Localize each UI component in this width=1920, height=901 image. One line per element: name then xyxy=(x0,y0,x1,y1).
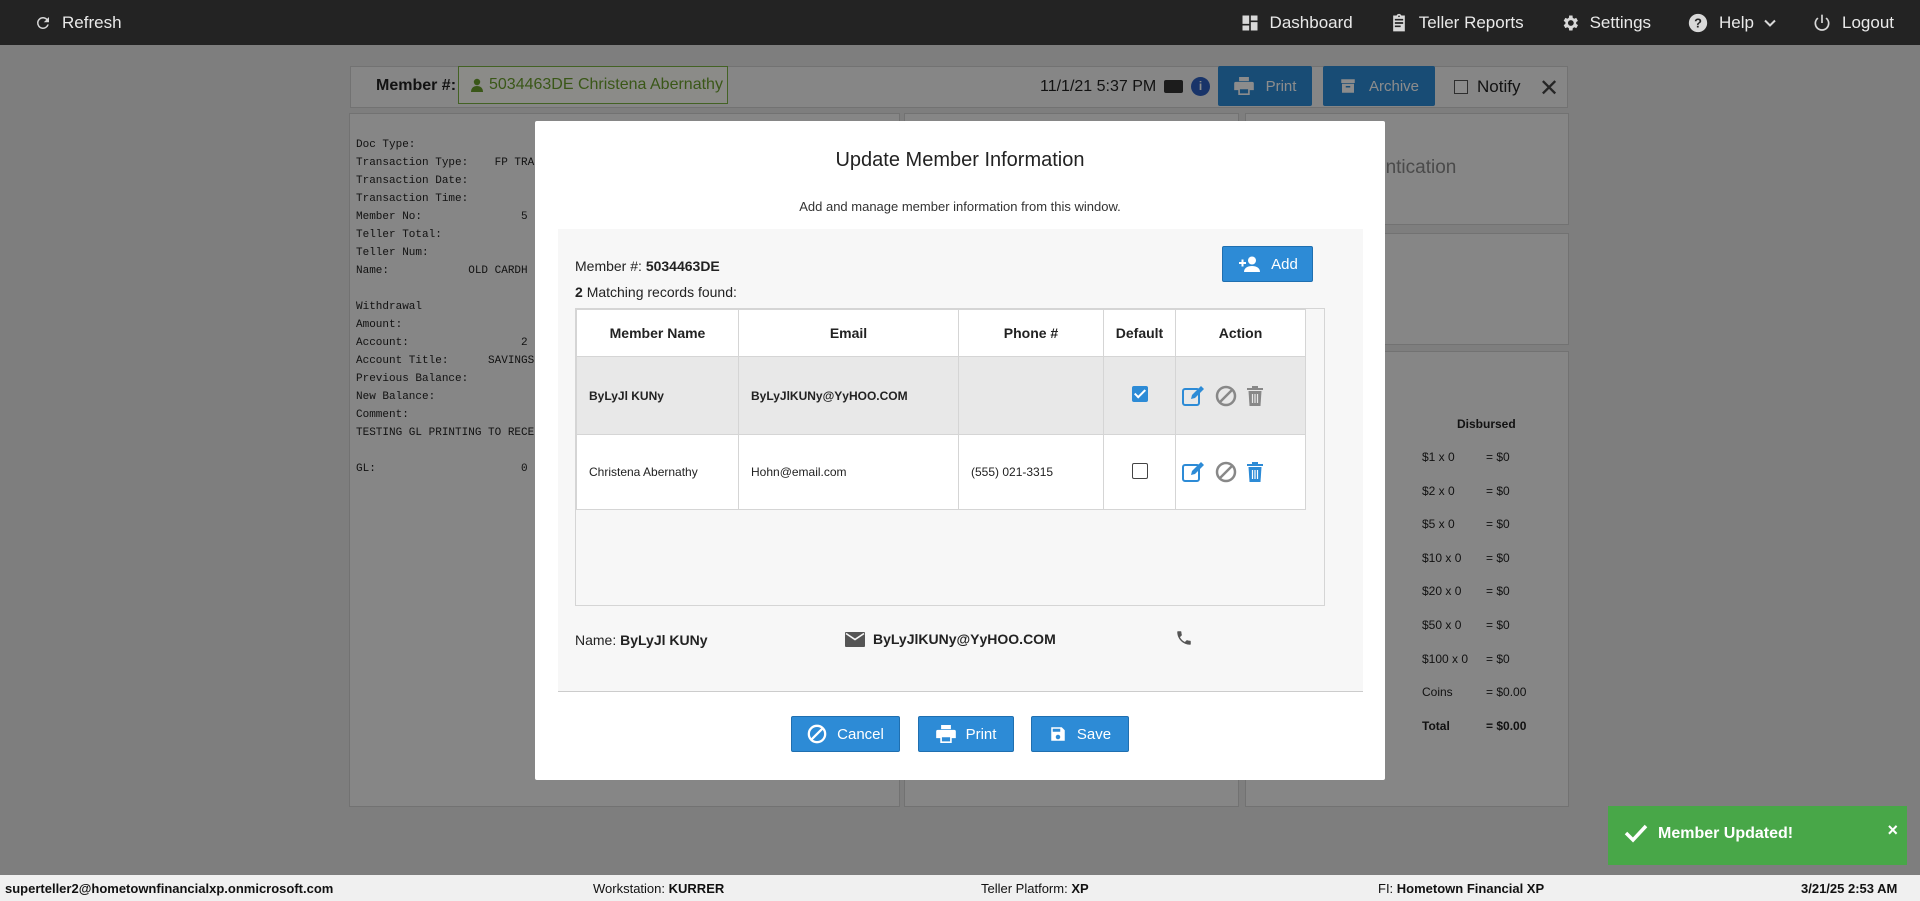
detail-phone xyxy=(1175,629,1193,652)
nav-help-label: Help xyxy=(1719,12,1754,32)
nav-dashboard[interactable]: Dashboard xyxy=(1240,13,1353,33)
match-count: 2 Matching records found: xyxy=(575,284,737,300)
refresh-label: Refresh xyxy=(62,12,122,32)
footer-datetime-value: 3/21/25 2:53 AM xyxy=(1801,881,1898,896)
save-button[interactable]: Save xyxy=(1031,716,1129,752)
cell-phone xyxy=(958,356,1104,435)
edit-icon[interactable] xyxy=(1182,461,1206,483)
printer-icon xyxy=(935,725,956,743)
save-icon xyxy=(1051,727,1065,741)
toast-close-icon[interactable]: × xyxy=(1887,820,1898,841)
update-member-modal: Update Member Information Add and manage… xyxy=(535,121,1385,780)
column-header-default[interactable]: Default xyxy=(1103,309,1176,357)
add-member-button[interactable]: Add xyxy=(1222,246,1313,282)
chevron-down-icon xyxy=(1764,19,1776,27)
trash-icon[interactable] xyxy=(1246,461,1264,483)
cell-default xyxy=(1103,434,1176,510)
help-icon: ? xyxy=(1688,13,1708,32)
gear-icon xyxy=(1563,15,1578,30)
footer-workstation-label: Workstation: xyxy=(593,881,666,896)
disable-icon[interactable] xyxy=(1215,385,1237,407)
table-row[interactable]: ByLyJl KUNy ByLyJlKUNy@YyHOO.COM xyxy=(576,356,1306,435)
default-checkbox[interactable] xyxy=(1131,386,1148,402)
cell-phone: (555) 021-3315 xyxy=(958,434,1104,510)
print-button[interactable]: Print xyxy=(918,716,1014,752)
footer-fi: FI: Hometown Financial XP xyxy=(1378,881,1544,896)
footer-datetime: 3/21/25 2:53 AM xyxy=(1801,881,1897,896)
member-number-value: 5034463DE xyxy=(645,258,720,274)
footer-platform: Teller Platform: XP xyxy=(981,881,1089,896)
nav-settings-label: Settings xyxy=(1589,12,1652,32)
cell-email: Hohn@email.com xyxy=(738,434,959,510)
top-nav-bar: Refresh Dashboard Teller Reports Setting… xyxy=(0,0,1920,45)
detail-email-value: ByLyJlKUNy@YyHOO.COM xyxy=(873,631,1056,647)
table-row[interactable]: Christena Abernathy Hohn@email.com (555)… xyxy=(576,434,1306,510)
detail-email: ByLyJlKUNy@YyHOO.COM xyxy=(845,631,1056,647)
footer-user-value: superteller2@hometownfinancialxp.onmicro… xyxy=(5,881,334,896)
edit-icon[interactable] xyxy=(1182,385,1206,407)
power-icon xyxy=(1814,14,1830,31)
refresh-icon xyxy=(36,16,49,29)
nav-teller-reports[interactable]: Teller Reports xyxy=(1389,13,1524,33)
match-count-value: 2 xyxy=(575,284,583,300)
footer-workstation-value: KURRER xyxy=(668,881,725,896)
footer-platform-label: Teller Platform: xyxy=(981,881,1068,896)
member-number: Member #: 5034463DE xyxy=(575,258,720,274)
save-label: Save xyxy=(1076,725,1112,743)
modal-subtitle: Add and manage member information from t… xyxy=(799,199,1121,214)
footer-platform-value: XP xyxy=(1071,881,1089,896)
cancel-icon xyxy=(807,724,827,744)
cell-actions xyxy=(1175,356,1306,435)
nav-logout[interactable]: Logout xyxy=(1812,13,1894,33)
mail-icon xyxy=(845,631,865,647)
phone-icon xyxy=(1177,631,1191,645)
detail-name: Name: ByLyJl KUNy xyxy=(575,632,708,648)
success-toast: Member Updated! × xyxy=(1608,806,1907,865)
footer-workstation: Workstation: KURRER xyxy=(593,881,724,896)
add-user-icon xyxy=(1239,256,1261,272)
add-label: Add xyxy=(1271,255,1298,273)
nav-teller-reports-label: Teller Reports xyxy=(1418,12,1524,32)
status-footer: superteller2@hometownfinancialxp.onmicro… xyxy=(0,875,1920,901)
table-header-row: Member Name Email Phone # Default Action xyxy=(576,309,1306,357)
member-table: Member Name Email Phone # Default Action… xyxy=(575,308,1325,606)
detail-name-value: ByLyJl KUNy xyxy=(620,632,708,648)
print-label: Print xyxy=(965,725,997,743)
column-header-action: Action xyxy=(1175,309,1306,357)
footer-user: superteller2@hometownfinancialxp.onmicro… xyxy=(5,881,333,896)
cell-actions xyxy=(1175,434,1306,510)
cell-email: ByLyJlKUNy@YyHOO.COM xyxy=(738,356,959,435)
refresh-button[interactable]: Refresh xyxy=(34,0,122,45)
match-count-text: Matching records found: xyxy=(586,284,737,300)
trash-icon[interactable] xyxy=(1246,385,1264,407)
detail-name-label: Name: xyxy=(575,632,617,648)
column-header-email[interactable]: Email xyxy=(738,309,959,357)
disable-icon[interactable] xyxy=(1215,461,1237,483)
footer-fi-label: FI: xyxy=(1378,881,1394,896)
modal-title: Update Member Information xyxy=(835,149,1085,171)
clipboard-icon xyxy=(1392,13,1405,31)
column-header-member-name[interactable]: Member Name xyxy=(576,309,739,357)
default-checkbox[interactable] xyxy=(1131,462,1148,479)
toast-message: Member Updated! xyxy=(1658,825,1794,842)
svg-text:?: ? xyxy=(1694,15,1702,30)
nav-help[interactable]: ? Help xyxy=(1687,12,1776,34)
column-header-phone[interactable]: Phone # xyxy=(958,309,1104,357)
member-records-section: Member #: 5034463DE 2 Matching records f… xyxy=(558,229,1363,692)
nav-dashboard-label: Dashboard xyxy=(1269,12,1353,32)
cell-member-name: Christena Abernathy xyxy=(576,434,739,510)
cell-default xyxy=(1103,356,1176,435)
member-number-label: Member #: xyxy=(575,258,642,274)
checkmark-icon xyxy=(1624,824,1648,843)
cell-member-name: ByLyJl KUNy xyxy=(576,356,739,435)
dashboard-icon xyxy=(1242,15,1258,30)
cancel-label: Cancel xyxy=(837,725,884,743)
footer-fi-value: Hometown Financial XP xyxy=(1396,881,1545,896)
nav-settings[interactable]: Settings xyxy=(1560,13,1651,33)
nav-logout-label: Logout xyxy=(1842,12,1894,32)
cancel-button[interactable]: Cancel xyxy=(791,716,900,752)
